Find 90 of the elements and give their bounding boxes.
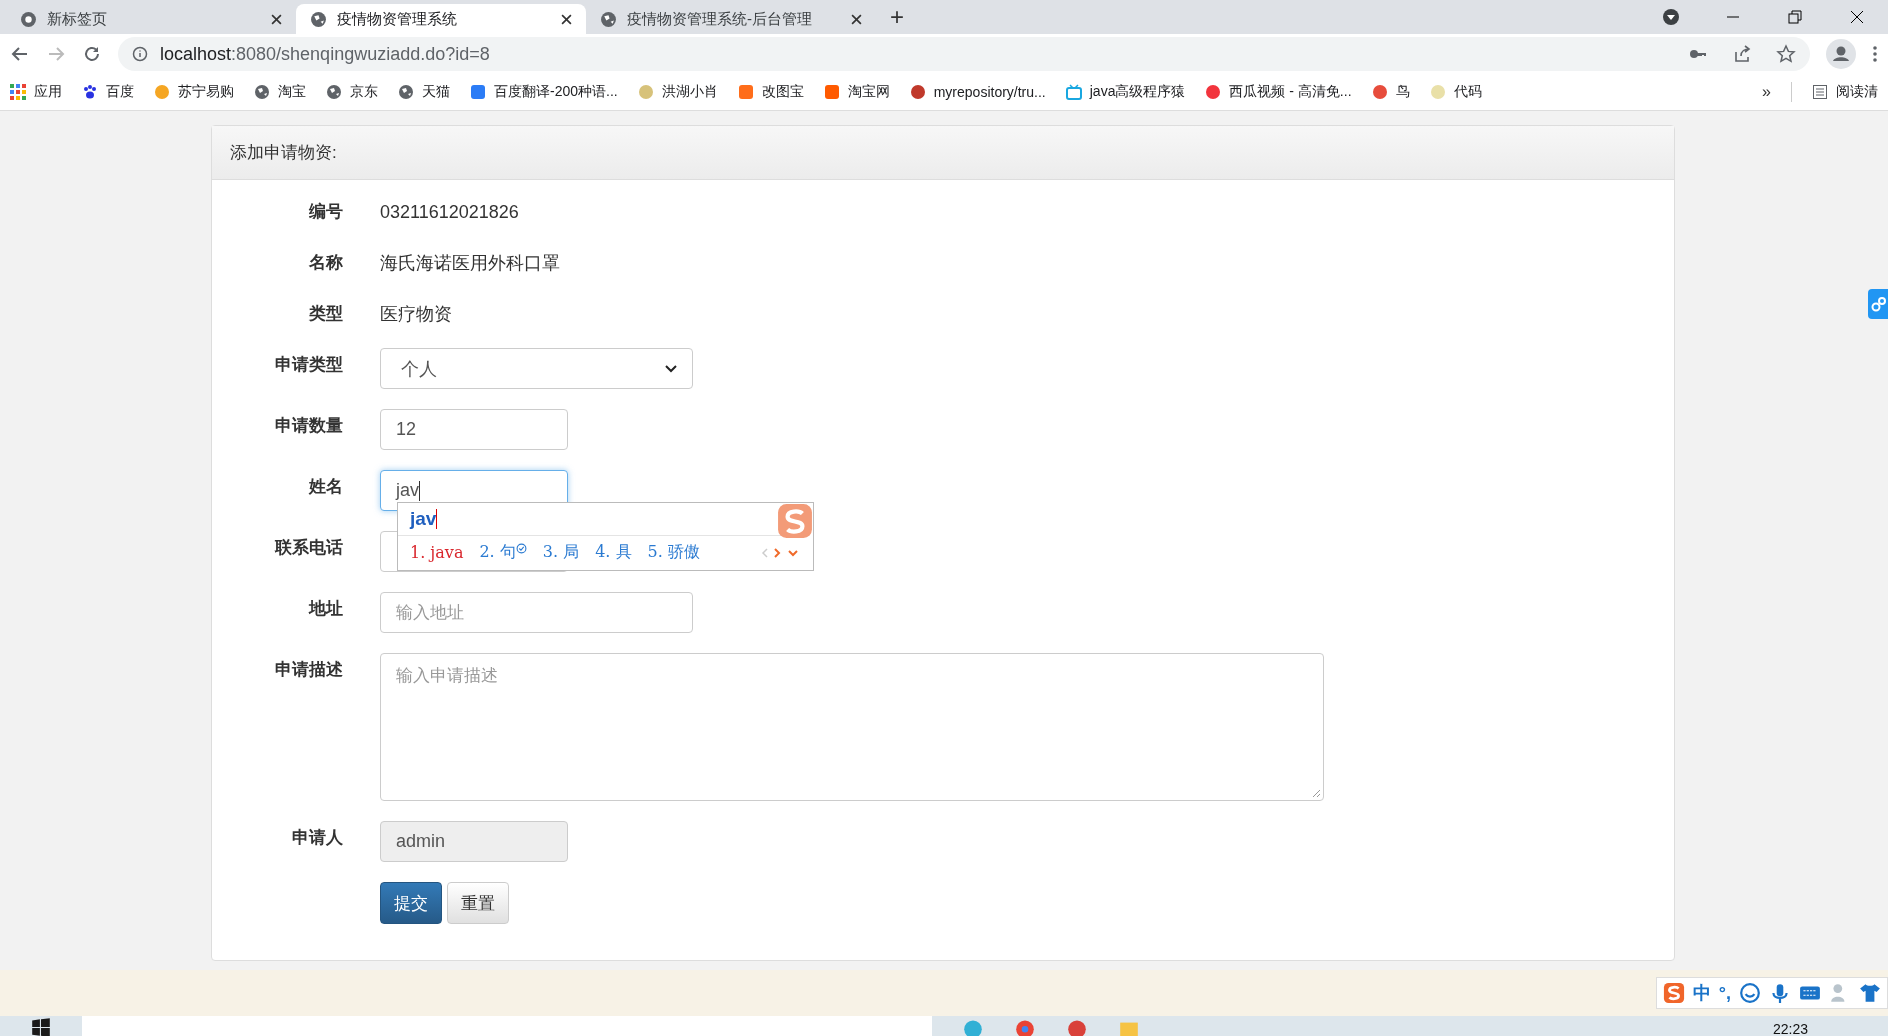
smiley-icon[interactable] xyxy=(1739,982,1761,1004)
ime-candidate[interactable]: 1. java xyxy=(410,543,464,562)
globe-icon xyxy=(398,84,414,100)
globe-icon xyxy=(600,10,617,28)
share-icon[interactable] xyxy=(1732,44,1752,64)
field-label: 类型 xyxy=(308,303,343,325)
address-bar[interactable]: localhost:8080/shenqingwuziadd.do?id=8 xyxy=(118,37,1810,71)
floating-tool-icon[interactable] xyxy=(1868,289,1888,319)
bookmark-item[interactable]: 苏宁易购 xyxy=(154,83,234,101)
field-label: 申请描述 xyxy=(274,659,343,681)
reload-icon[interactable] xyxy=(82,44,102,64)
site-icon xyxy=(1371,84,1388,100)
browser-tab[interactable]: 新标签页 xyxy=(6,4,296,34)
close-icon[interactable] xyxy=(561,13,572,25)
site-icon xyxy=(823,84,840,100)
ime-mode-toggle[interactable]: °, xyxy=(1718,982,1731,1004)
profile-avatar-icon[interactable] xyxy=(1826,39,1856,69)
tv-icon xyxy=(1065,84,1082,100)
close-icon[interactable] xyxy=(851,13,862,25)
ime-candidate[interactable]: 5. 骄傲 xyxy=(647,542,700,563)
site-icon xyxy=(1429,84,1446,100)
field-label: 申请数量 xyxy=(274,415,343,437)
ime-candidate[interactable]: 3. 局 xyxy=(542,542,580,563)
bookmark-item[interactable]: 西瓜视频 - 高清免... xyxy=(1205,83,1352,101)
sogou-logo-icon[interactable] xyxy=(1662,982,1685,1004)
select-field[interactable]: 个人 xyxy=(380,348,693,389)
field-label: 申请类型 xyxy=(274,354,343,376)
reading-list-button[interactable]: 阅读清 xyxy=(1812,83,1878,101)
field-value: 医疗物资 xyxy=(380,303,452,326)
site-icon xyxy=(154,84,170,100)
browser-tab[interactable]: 疫情物资管理系统 xyxy=(296,4,586,34)
bookmark-item[interactable]: 应用 xyxy=(10,83,62,101)
info-icon xyxy=(132,46,148,62)
bookmark-item[interactable]: myrepository/tru... xyxy=(909,84,1046,100)
taskbar-clock: 22:23 xyxy=(1772,1020,1808,1036)
paw-icon xyxy=(82,84,98,100)
globe-icon xyxy=(310,10,327,28)
new-tab-button[interactable]: + xyxy=(876,3,918,31)
field-label: 申请人 xyxy=(291,827,343,849)
globe-icon xyxy=(254,84,270,100)
bookmark-item[interactable]: 改图宝 xyxy=(737,83,804,101)
restore-icon[interactable] xyxy=(1786,8,1804,26)
ime-mode-toggle[interactable]: 中 xyxy=(1692,981,1711,1005)
bookmark-item[interactable]: 鸟 xyxy=(1371,83,1410,101)
caret-icon xyxy=(665,364,677,373)
bookmark-item[interactable]: 淘宝网 xyxy=(823,83,890,101)
browser-tab[interactable]: 疫情物资管理系统-后台管理 xyxy=(586,4,876,34)
form-button[interactable]: 提交 xyxy=(380,882,442,924)
site-icon xyxy=(1205,84,1222,100)
tab-search-icon[interactable] xyxy=(1662,8,1680,26)
more-bookmarks-button[interactable]: » xyxy=(1762,83,1771,101)
site-icon xyxy=(909,84,926,100)
field-label: 名称 xyxy=(308,252,343,274)
bookmark-item[interactable]: 代码 xyxy=(1429,83,1482,101)
bookmark-item[interactable]: 洪湖小肖 xyxy=(637,83,718,101)
menu-icon[interactable] xyxy=(1872,44,1878,64)
ime-composition: jav xyxy=(410,508,437,530)
bookmark-item[interactable]: 京东 xyxy=(326,83,378,101)
site-icon xyxy=(470,84,486,100)
shirt-icon[interactable] xyxy=(1859,982,1881,1004)
field-label: 编号 xyxy=(308,201,343,223)
apps-grid-icon xyxy=(10,84,26,100)
bookmark-item[interactable]: 百度 xyxy=(82,83,134,101)
list-icon xyxy=(1812,84,1828,100)
taskbar-search-field[interactable] xyxy=(82,1016,932,1036)
bookmark-item[interactable]: 淘宝 xyxy=(254,83,306,101)
ime-candidate[interactable]: 2. 句 xyxy=(479,542,527,563)
globe-icon xyxy=(326,84,342,100)
chrome-icon xyxy=(20,10,37,28)
microphone-icon[interactable] xyxy=(1769,982,1791,1004)
site-icon xyxy=(737,84,754,100)
field-value: 海氏海诺医用外科口罩 xyxy=(380,252,560,275)
windows-start-icon[interactable] xyxy=(30,1016,52,1036)
ime-candidate[interactable]: 4. 具 xyxy=(595,542,632,563)
bookmark-item[interactable]: 天猫 xyxy=(398,83,450,101)
readonly-field: admin xyxy=(380,821,568,862)
field-value: 03211612021826 xyxy=(380,201,519,223)
close-icon[interactable] xyxy=(1848,8,1866,26)
site-icon xyxy=(637,84,654,100)
panel-title: 添加申请物资: xyxy=(230,142,337,164)
bookmark-item[interactable]: 百度翻译-200种语... xyxy=(470,83,618,101)
close-icon[interactable] xyxy=(271,13,282,25)
input-field[interactable]: 12 xyxy=(380,409,568,450)
bookmark-item[interactable]: java高级程序猿 xyxy=(1065,83,1186,101)
field-label: 联系电话 xyxy=(273,537,343,559)
field-label: 姓名 xyxy=(307,476,343,498)
form-button[interactable]: 重置 xyxy=(447,882,509,924)
star-icon[interactable] xyxy=(1776,44,1796,64)
resize-grip-icon[interactable] xyxy=(1311,788,1321,798)
field-label: 地址 xyxy=(307,598,343,620)
